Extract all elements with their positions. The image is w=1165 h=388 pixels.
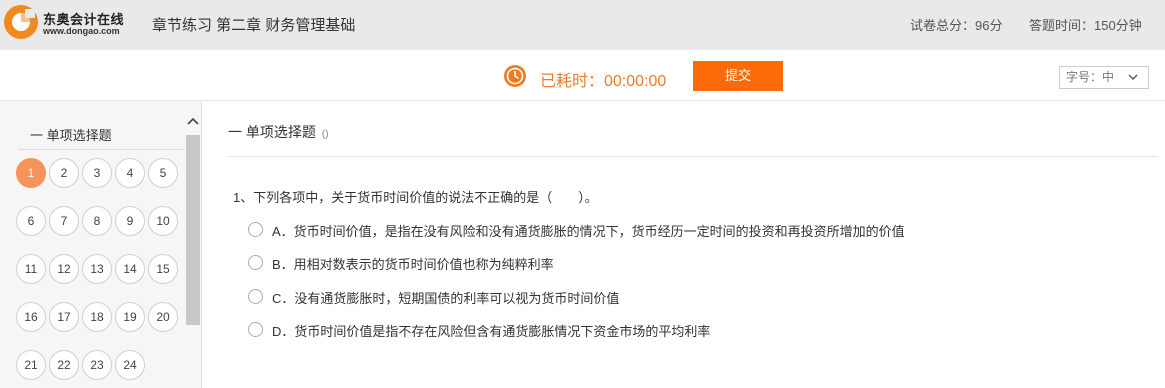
scroll-up-icon[interactable] — [186, 115, 200, 127]
question-number-24[interactable]: 24 — [115, 350, 145, 380]
section-title-text: 一 单项选择题 — [228, 124, 316, 140]
question-number-21[interactable]: 21 — [16, 350, 46, 380]
elapsed-timer: 已耗时：00:00:00 — [540, 73, 667, 90]
chevron-down-icon — [1128, 74, 1138, 80]
question-number-10[interactable]: 10 — [148, 206, 178, 236]
section-divider — [228, 156, 1158, 157]
font-size-select[interactable]: 字号：中 — [1059, 66, 1149, 89]
question-number-5[interactable]: 5 — [148, 158, 178, 188]
exam-toolbar: 已耗时：00:00:00 提交 字号：中 — [0, 50, 1165, 101]
total-score: 试卷总分：96分 — [910, 18, 1003, 33]
logo-mark-icon — [4, 5, 38, 39]
font-size-label: 字号：中 — [1066, 70, 1115, 84]
radio-button[interactable] — [248, 289, 263, 304]
question-stem: 1、下列各项中，关于货币时间价值的说法不正确的是（ ）。 — [233, 190, 598, 205]
option-d[interactable]: D．货币时间价值是指不存在风险但含有通货膨胀情况下资金市场的平均利率 — [248, 321, 1128, 339]
option-a[interactable]: A．货币时间价值，是指在没有风险和没有通货膨胀的情况下，货币经历一定时间的投资和… — [248, 221, 1128, 239]
dongao-logo[interactable]: 东奥会计在线 www.dongao.com — [2, 3, 142, 43]
question-number-11[interactable]: 11 — [16, 254, 46, 284]
option-text: B．用相对数表示的货币时间价值也称为纯粹利率 — [272, 257, 554, 272]
answer-time: 答题时间：150分钟 — [1029, 18, 1142, 33]
section-note: () — [321, 129, 329, 140]
question-number-8[interactable]: 8 — [82, 206, 112, 236]
logo-url: www.dongao.com — [43, 26, 120, 36]
sidebar-section-title: 一 单项选择题 — [30, 128, 112, 143]
question-number-2[interactable]: 2 — [49, 158, 79, 188]
page-title: 章节练习 第二章 财务管理基础 — [152, 17, 356, 34]
question-number-23[interactable]: 23 — [82, 350, 112, 380]
section-title: 一 单项选择题 () — [228, 122, 329, 142]
question-number-1[interactable]: 1 — [16, 158, 46, 188]
clock-icon — [504, 65, 526, 87]
option-b[interactable]: B．用相对数表示的货币时间价值也称为纯粹利率 — [248, 254, 1128, 272]
radio-button[interactable] — [248, 322, 263, 337]
question-number-12[interactable]: 12 — [49, 254, 79, 284]
top-header: 东奥会计在线 www.dongao.com 章节练习 第二章 财务管理基础 试卷… — [0, 0, 1165, 50]
option-text: D．货币时间价值是指不存在风险但含有通货膨胀情况下资金市场的平均利率 — [272, 324, 711, 339]
question-number-7[interactable]: 7 — [49, 206, 79, 236]
question-number-3[interactable]: 3 — [82, 158, 112, 188]
question-number-22[interactable]: 22 — [49, 350, 79, 380]
question-number-13[interactable]: 13 — [82, 254, 112, 284]
question-number-18[interactable]: 18 — [82, 302, 112, 332]
question-number-4[interactable]: 4 — [115, 158, 145, 188]
submit-button[interactable]: 提交 — [693, 61, 783, 91]
question-number-9[interactable]: 9 — [115, 206, 145, 236]
question-number-15[interactable]: 15 — [148, 254, 178, 284]
question-number-6[interactable]: 6 — [16, 206, 46, 236]
question-number-14[interactable]: 14 — [115, 254, 145, 284]
radio-button[interactable] — [248, 255, 263, 270]
radio-button[interactable] — [248, 222, 263, 237]
question-number-16[interactable]: 16 — [16, 302, 46, 332]
question-number-19[interactable]: 19 — [115, 302, 145, 332]
sidebar-scrollbar[interactable] — [186, 135, 200, 325]
question-number-17[interactable]: 17 — [49, 302, 79, 332]
question-panel: 一 单项选择题 () 1、下列各项中，关于货币时间价值的说法不正确的是（ ）。 A… — [203, 101, 1165, 388]
option-c[interactable]: C．没有通货膨胀时，短期国债的利率可以视为货币时间价值 — [248, 288, 1128, 306]
option-text: C．没有通货膨胀时，短期国债的利率可以视为货币时间价值 — [272, 291, 620, 306]
sidebar-divider — [18, 149, 184, 150]
question-number-20[interactable]: 20 — [148, 302, 178, 332]
option-text: A．货币时间价值，是指在没有风险和没有通货膨胀的情况下，货币经历一定时间的投资和… — [272, 224, 905, 239]
question-nav-sidebar: 一 单项选择题 1 2 3 4 5 6 7 8 9 10 11 12 13 14 15 16 17 18 19 20 2… — [0, 101, 202, 388]
